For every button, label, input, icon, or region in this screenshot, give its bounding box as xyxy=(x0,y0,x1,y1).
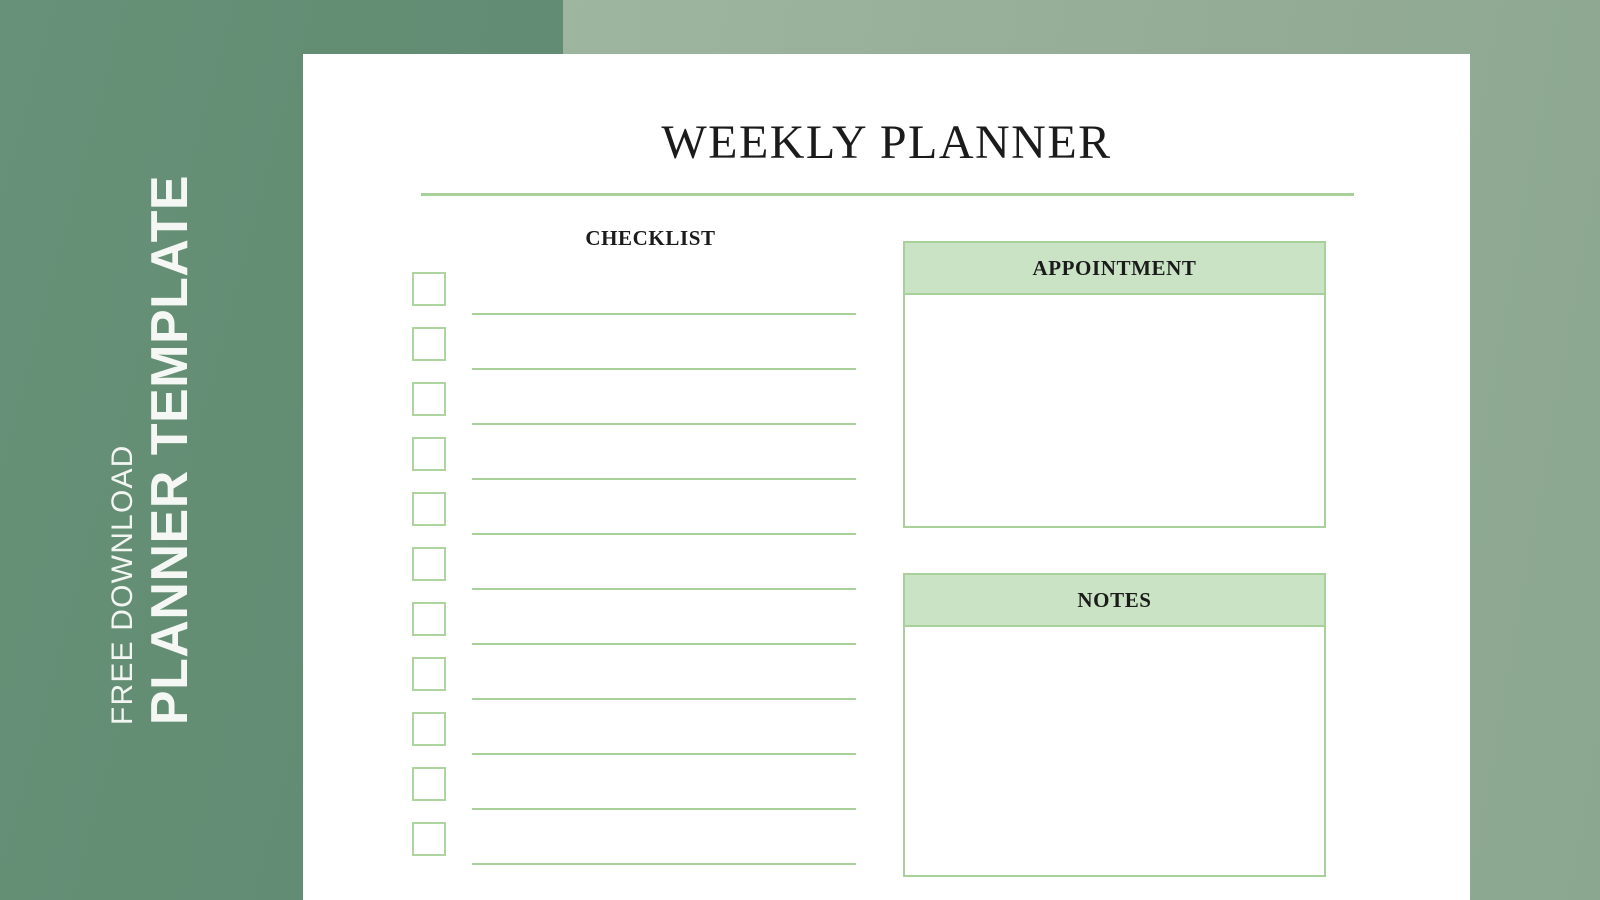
checklist-write-line[interactable] xyxy=(472,368,856,370)
planner-screenshot: FREE DOWNLOAD PLANNER TEMPLATE WEEKLY PL… xyxy=(0,0,1600,900)
checkbox-icon[interactable] xyxy=(412,272,446,306)
checkbox-icon[interactable] xyxy=(412,382,446,416)
checklist-write-line[interactable] xyxy=(472,313,856,315)
checklist-row xyxy=(412,822,857,877)
checklist-row xyxy=(412,657,857,712)
checkbox-icon[interactable] xyxy=(412,767,446,801)
checklist-row xyxy=(412,272,857,327)
checklist-row xyxy=(412,767,857,822)
notes-panel-title: NOTES xyxy=(1077,587,1152,612)
appointment-panel-header: APPOINTMENT xyxy=(905,243,1324,295)
checklist-row xyxy=(412,547,857,602)
checklist-section: CHECKLIST xyxy=(412,228,857,865)
checkbox-icon[interactable] xyxy=(412,602,446,636)
checkbox-icon[interactable] xyxy=(412,822,446,856)
title-divider xyxy=(421,193,1354,196)
checklist-write-line[interactable] xyxy=(472,533,856,535)
checklist-write-line[interactable] xyxy=(472,478,856,480)
checklist-write-line[interactable] xyxy=(472,863,856,865)
checkbox-icon[interactable] xyxy=(412,547,446,581)
checklist-row xyxy=(412,492,857,547)
checklist-row xyxy=(412,437,857,492)
checklist-rows xyxy=(412,272,857,877)
checkbox-icon[interactable] xyxy=(412,437,446,471)
checkbox-icon[interactable] xyxy=(412,657,446,691)
page-title: WEEKLY PLANNER xyxy=(661,116,1112,169)
notes-panel: NOTES xyxy=(903,573,1326,877)
appointment-writing-area[interactable] xyxy=(905,295,1324,526)
checkbox-icon[interactable] xyxy=(412,492,446,526)
checklist-write-line[interactable] xyxy=(472,698,856,700)
checklist-write-line[interactable] xyxy=(472,808,856,810)
notes-writing-area[interactable] xyxy=(905,627,1324,875)
appointment-panel: APPOINTMENT xyxy=(903,241,1326,528)
checklist-write-line[interactable] xyxy=(472,588,856,590)
notes-panel-header: NOTES xyxy=(905,575,1324,627)
checkbox-icon[interactable] xyxy=(412,327,446,361)
checklist-row xyxy=(412,382,857,437)
checklist-row xyxy=(412,327,857,382)
checklist-row xyxy=(412,602,857,657)
appointment-panel-title: APPOINTMENT xyxy=(1032,255,1197,280)
checklist-write-line[interactable] xyxy=(472,753,856,755)
checklist-heading: CHECKLIST xyxy=(585,226,716,250)
checklist-write-line[interactable] xyxy=(472,643,856,645)
checklist-row xyxy=(412,712,857,767)
checkbox-icon[interactable] xyxy=(412,712,446,746)
planner-page: WEEKLY PLANNER CHECKLIST APPOINTMENT NOT… xyxy=(303,54,1470,900)
checklist-write-line[interactable] xyxy=(472,423,856,425)
